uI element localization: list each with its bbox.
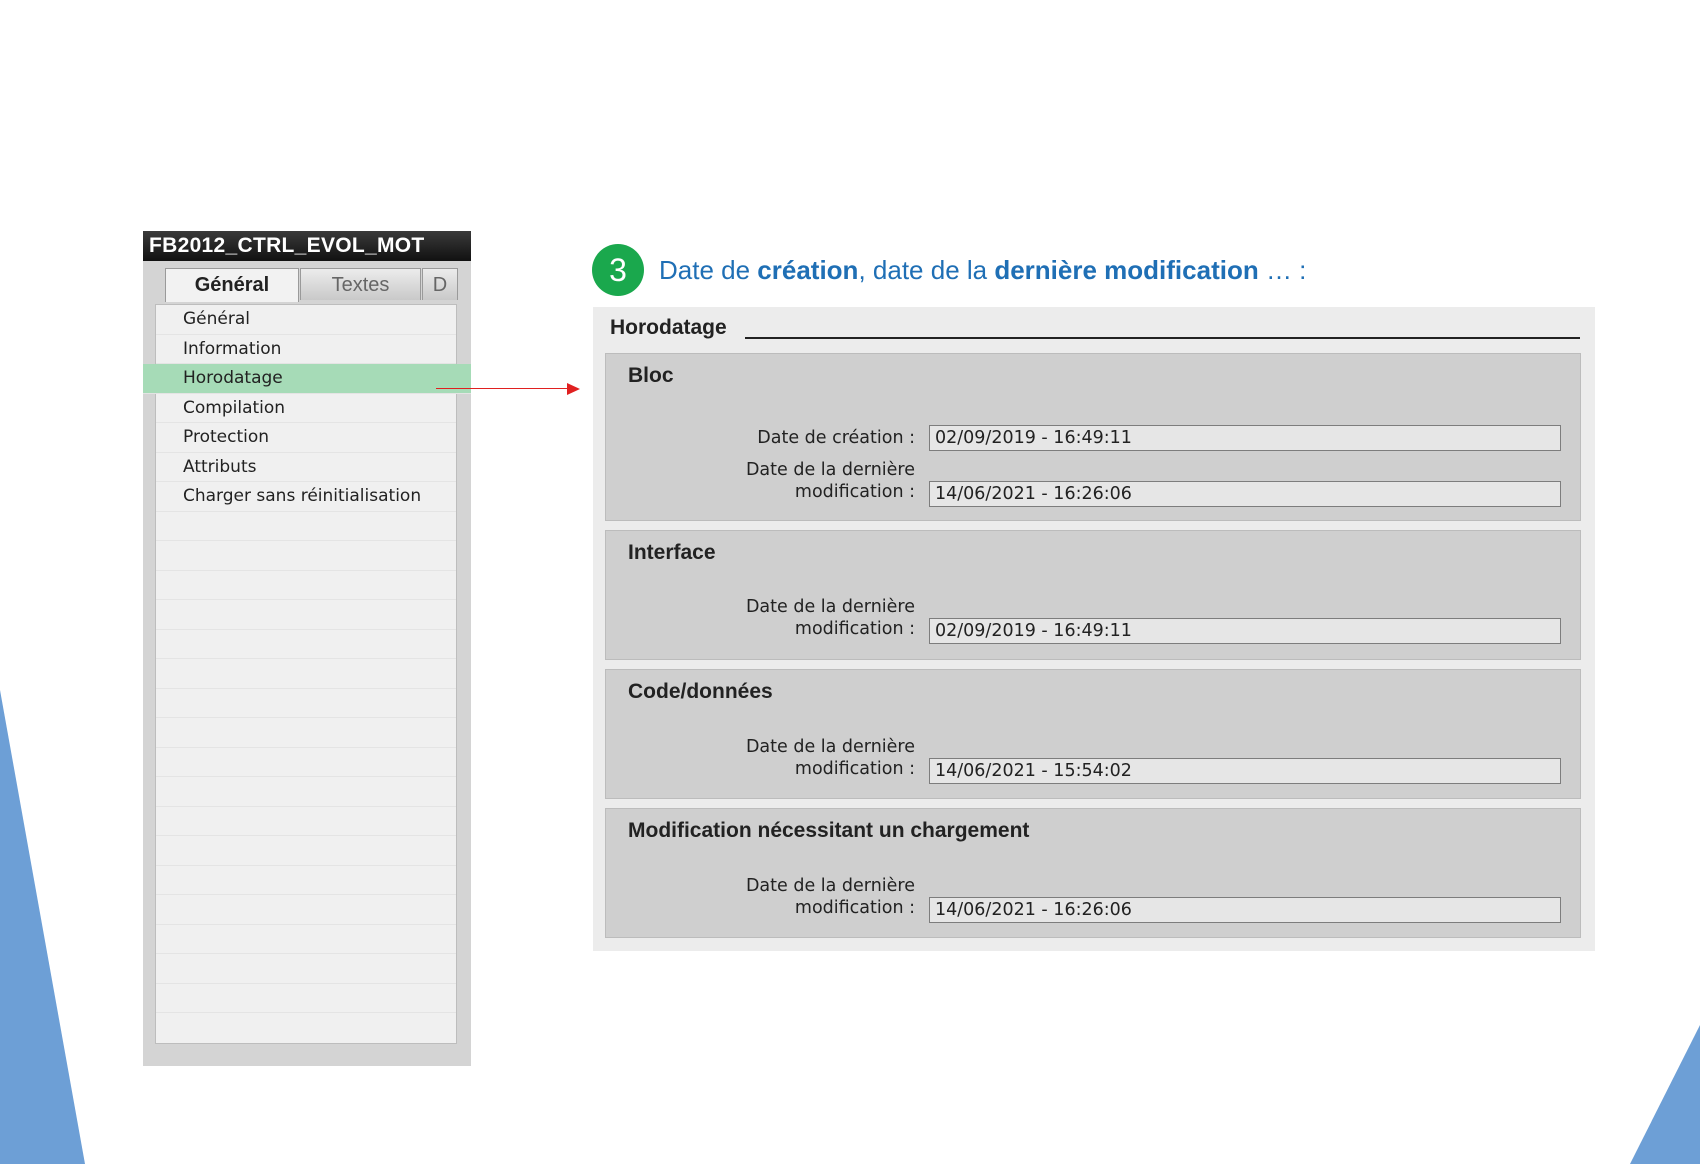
empty-row (156, 659, 456, 689)
empty-row (156, 954, 456, 984)
panel-title: FB2012_CTRL_EVOL_MOT (143, 231, 471, 261)
field-label-line1: Date de la dernière (745, 737, 915, 757)
heading-part1: Date de (659, 255, 758, 285)
last-modification-field[interactable]: 02/09/2019 - 16:49:11 (929, 618, 1561, 644)
tab-general[interactable]: Général (165, 268, 299, 302)
section-title: Modification nécessitant un chargement (628, 819, 1030, 842)
empty-row (156, 807, 456, 836)
field-label: Date de la dernière modification : (746, 459, 915, 503)
decorative-triangle-right (1630, 1025, 1700, 1164)
heading-bold2: dernière modification (994, 255, 1259, 285)
nav-item-horodatage[interactable]: Horodatage (143, 364, 471, 394)
tab-bar: Général Textes D (143, 261, 471, 303)
panel-heading: Horodatage (610, 316, 727, 339)
heading-bold1: création (757, 255, 859, 285)
field-label-line1: Date de la dernière (745, 597, 915, 617)
nav-item-charger[interactable]: Charger sans réinitialisation (156, 482, 456, 512)
creation-date-field[interactable]: 02/09/2019 - 16:49:11 (929, 425, 1561, 451)
empty-row (156, 571, 456, 600)
empty-row (156, 512, 456, 541)
field-label: Date de la dernière modification : (746, 736, 915, 780)
empty-row (156, 866, 456, 895)
properties-panel: FB2012_CTRL_EVOL_MOT Général Textes D Gé… (143, 231, 471, 1066)
empty-row (156, 689, 456, 718)
empty-row (156, 984, 456, 1013)
heading-part3: … : (1258, 255, 1307, 285)
step-number-badge: 3 (592, 244, 644, 296)
nav-item-compilation[interactable]: Compilation (156, 394, 456, 423)
step-heading: Date de création, date de la dernière mo… (659, 255, 1306, 286)
empty-row (156, 748, 456, 777)
heading-divider (745, 337, 1580, 339)
empty-row (156, 718, 456, 748)
section-title: Code/données (628, 680, 773, 703)
field-label-line1: Date de création : (757, 428, 915, 448)
section-bloc: Bloc Date de création : 02/09/2019 - 16:… (605, 353, 1581, 521)
last-modification-field[interactable]: 14/06/2021 - 15:54:02 (929, 758, 1561, 784)
arrow-right-icon (567, 383, 580, 395)
last-modification-field[interactable]: 14/06/2021 - 16:26:06 (929, 481, 1561, 507)
arrow-line (436, 388, 573, 389)
field-label: Date de création : (757, 427, 915, 449)
field-label-line2: modification : (794, 482, 915, 502)
nav-item-attributs[interactable]: Attributs (156, 453, 456, 482)
field-label: Date de la dernière modification : (746, 596, 915, 640)
empty-row (156, 630, 456, 659)
nav-item-protection[interactable]: Protection (156, 423, 456, 453)
field-label-line2: modification : (794, 898, 915, 918)
tab-d[interactable]: D (422, 268, 458, 300)
field-label-line2: modification : (794, 619, 915, 639)
field-label-line1: Date de la dernière (745, 876, 915, 896)
horodatage-panel: Horodatage Bloc Date de création : 02/09… (593, 307, 1595, 951)
last-modification-field[interactable]: 14/06/2021 - 16:26:06 (929, 897, 1561, 923)
section-interface: Interface Date de la dernière modificati… (605, 530, 1581, 660)
empty-row (156, 895, 456, 925)
tab-textes[interactable]: Textes (300, 268, 421, 300)
field-label-line2: modification : (794, 759, 915, 779)
heading-part2: , date de la (858, 255, 995, 285)
field-label: Date de la dernière modification : (746, 875, 915, 919)
section-modification-chargement: Modification nécessitant un chargement D… (605, 808, 1581, 938)
nav-list: Général Information Horodatage Compilati… (143, 304, 471, 1044)
empty-row (156, 925, 456, 954)
field-label-line1: Date de la dernière (745, 460, 915, 480)
nav-item-general[interactable]: Général (156, 305, 456, 335)
section-title: Bloc (628, 364, 674, 387)
section-code-donnees: Code/données Date de la dernière modific… (605, 669, 1581, 799)
empty-row (156, 600, 456, 630)
empty-row (156, 541, 456, 571)
empty-row (156, 777, 456, 807)
section-title: Interface (628, 541, 716, 564)
nav-item-information[interactable]: Information (156, 335, 456, 364)
empty-row (156, 836, 456, 866)
decorative-triangle-left (0, 690, 85, 1164)
